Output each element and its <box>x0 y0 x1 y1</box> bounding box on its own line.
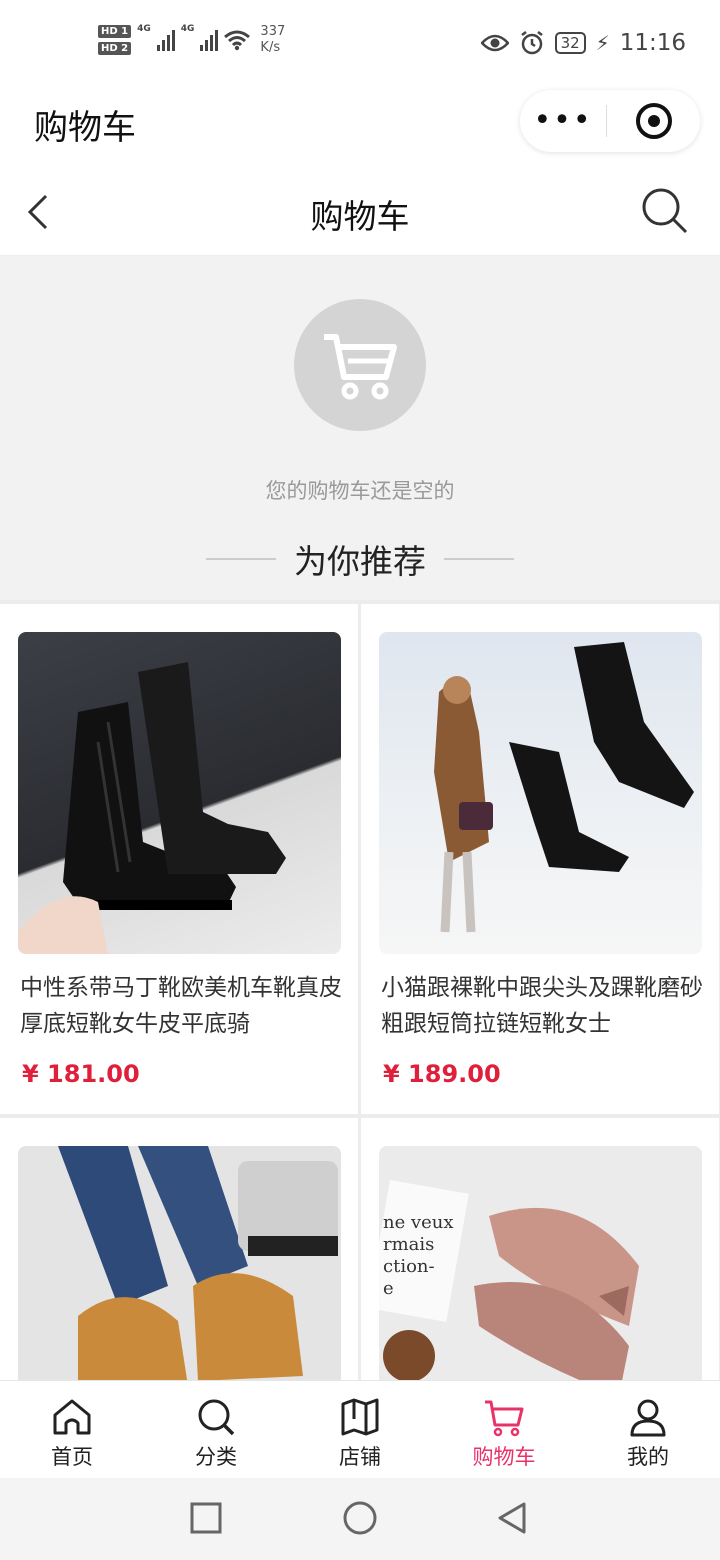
empty-message: 您的购物车还是空的 <box>265 479 455 503</box>
app-title: 购物车 <box>34 108 136 148</box>
tab-label: 首页 <box>51 1445 93 1469</box>
more-button[interactable]: ••• <box>520 90 606 152</box>
map-icon <box>341 1398 379 1436</box>
battery-icon: 32 <box>554 32 586 54</box>
tab-label: 店铺 <box>339 1445 381 1469</box>
product-image: ne veux rmais ction- e <box>379 1146 702 1380</box>
tab-category[interactable]: 分类 <box>144 1381 288 1478</box>
tab-label: 分类 <box>195 1445 237 1469</box>
page-title: 购物车 <box>310 197 410 236</box>
divider <box>206 558 276 560</box>
tab-store[interactable]: 店铺 <box>288 1381 432 1478</box>
target-icon <box>635 103 672 139</box>
product-name: 小猫跟裸靴中跟尖头及踝靴磨砂粗跟短筒拉链短靴女士 <box>381 975 703 1037</box>
product-card[interactable]: 小猫跟裸靴中跟尖头及踝靴磨砂粗跟短筒拉链短靴女士 ¥ 189.00 <box>361 604 719 1114</box>
product-grid: 中性系带马丁靴欧美机车靴真皮厚底短靴女牛皮平底骑 ¥ 181.00 小猫跟裸靴中… <box>0 600 720 1380</box>
home-icon <box>53 1399 91 1435</box>
signal-icon <box>156 29 175 51</box>
recents-icon[interactable] <box>188 1500 224 1536</box>
hd2-badge: HD 2 <box>98 42 132 55</box>
nav-bar: 购物车 <box>0 168 720 256</box>
product-image <box>18 1146 341 1380</box>
capsule-menu: ••• <box>520 90 700 152</box>
search-icon <box>198 1399 235 1436</box>
system-nav-bar <box>0 1478 720 1560</box>
divider <box>444 558 514 560</box>
tab-label: 购物车 <box>472 1445 536 1469</box>
mini-program-header: 购物车 ••• <box>0 88 720 168</box>
status-bar: HD 1 HD 2 4G 4G 337 K/s 32 ⚡ 11:16 <box>0 0 720 88</box>
product-image <box>18 632 341 954</box>
user-icon <box>630 1399 666 1437</box>
product-card[interactable]: 中性系带马丁靴欧美机车靴真皮厚底短靴女牛皮平底骑 ¥ 181.00 <box>0 604 358 1114</box>
signal-icon <box>200 29 219 51</box>
recommend-title: 为你推荐 <box>294 542 426 581</box>
net2-label: 4G <box>180 24 195 34</box>
tab-cart[interactable]: 购物车 <box>432 1381 576 1478</box>
tab-bar: 首页 分类 店铺 购物车 我的 <box>0 1380 720 1478</box>
tab-home[interactable]: 首页 <box>0 1381 144 1478</box>
empty-cart-illustration <box>294 299 426 431</box>
search-icon[interactable] <box>640 186 690 236</box>
alarm-icon <box>520 31 543 55</box>
charging-icon: ⚡ <box>595 31 610 55</box>
cart-icon <box>485 1400 524 1437</box>
home-button-icon[interactable] <box>342 1500 378 1536</box>
tab-label: 我的 <box>627 1445 669 1469</box>
product-card[interactable]: ne veux rmais ction- e <box>361 1118 719 1380</box>
wifi-icon <box>224 30 251 51</box>
back-triangle-icon[interactable] <box>494 1500 530 1536</box>
product-card[interactable] <box>0 1118 358 1380</box>
net-speed: 337 K/s <box>260 24 286 55</box>
net1-label: 4G <box>137 24 151 34</box>
hd1-badge: HD 1 <box>98 25 132 38</box>
product-price: ¥ 181.00 <box>22 1060 140 1088</box>
eye-icon <box>480 34 509 52</box>
cart-icon <box>324 334 397 400</box>
tab-profile[interactable]: 我的 <box>576 1381 720 1478</box>
product-price: ¥ 189.00 <box>383 1060 501 1088</box>
recommend-heading: 为你推荐 <box>0 535 720 583</box>
empty-cart: 您的购物车还是空的 为你推荐 <box>0 257 720 599</box>
product-image <box>379 632 702 954</box>
product-name: 中性系带马丁靴欧美机车靴真皮厚底短靴女牛皮平底骑 <box>20 975 342 1037</box>
close-button[interactable] <box>607 103 700 139</box>
clock: 11:16 <box>619 30 686 56</box>
